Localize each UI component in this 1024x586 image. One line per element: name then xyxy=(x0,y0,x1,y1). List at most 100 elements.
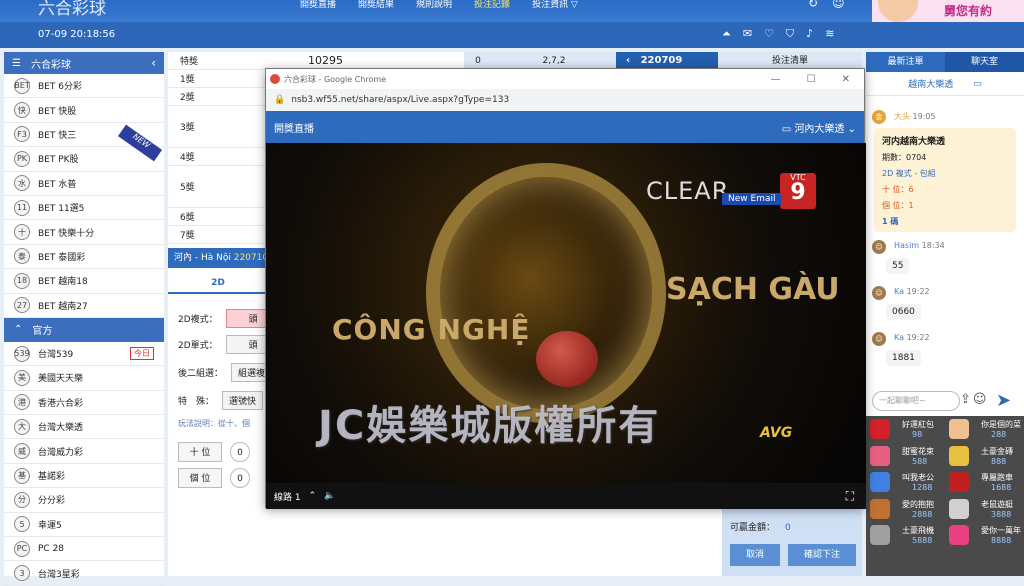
nav-bet-records[interactable]: 投注記錄 xyxy=(474,0,510,10)
minimize-icon[interactable]: — xyxy=(771,74,781,85)
tens-digit[interactable]: 0 xyxy=(230,442,250,462)
video-caption-right: SẠCH GÀU xyxy=(666,272,840,307)
card-period: 期數：0704 xyxy=(882,153,927,162)
nav-live[interactable]: 開獎直播 xyxy=(300,0,336,10)
sidebar-item-label: 基諾彩 xyxy=(38,472,66,483)
promo-banner[interactable]: 舅您有約 xyxy=(872,0,1024,22)
menu-icon[interactable]: ☰ xyxy=(12,58,21,69)
share-icon[interactable]: ⇪ xyxy=(960,392,971,407)
gift-item[interactable]: 叫我老公 1288 xyxy=(866,469,945,496)
tab-latest-bets[interactable]: 最新注單 xyxy=(866,52,945,72)
gift-item[interactable]: 愛的抱抱 2888 xyxy=(866,496,945,523)
sidebar-item[interactable]: 威台灣威力彩 xyxy=(4,439,164,464)
sidebar-item[interactable]: PC PC 28 xyxy=(4,537,164,562)
tab-2d[interactable]: 2D xyxy=(168,278,268,294)
avatar: ☺ xyxy=(872,332,886,346)
sidebar-item[interactable]: 5 幸運5 xyxy=(4,513,164,538)
nav-rules[interactable]: 規則說明 xyxy=(416,0,452,10)
wifi-icon[interactable]: ≋ xyxy=(825,27,834,41)
collapse-icon[interactable]: ‹ xyxy=(151,56,156,70)
sidebar-item[interactable]: 基基諾彩 xyxy=(4,464,164,489)
gift-icon xyxy=(870,472,890,493)
sidebar-item[interactable]: 港香港六合彩 xyxy=(4,391,164,416)
quick-pick-button[interactable]: 選號快 xyxy=(222,390,264,410)
gift-item[interactable]: 愛你一萬年 8888 xyxy=(945,522,1024,549)
gift-item[interactable]: 你是個的菜 288 xyxy=(945,416,1024,443)
sidebar-item-label: 台灣539 xyxy=(38,350,74,361)
sidebar-item[interactable]: 11 BET 11選5 xyxy=(4,196,164,221)
card-title: 河内越南大樂透 xyxy=(882,137,946,147)
lottery-select[interactable]: 越南大樂透 ▭ xyxy=(866,72,1024,96)
sidebar-item[interactable]: 美美國天天樂 xyxy=(4,366,164,391)
lottery-icon: PC xyxy=(14,540,30,557)
chat-input[interactable]: 一起聊聊吧~ xyxy=(872,391,960,411)
section-official[interactable]: ⌃ 官方 xyxy=(4,317,164,342)
gift-item[interactable]: 老鼠遊艇 3888 xyxy=(945,496,1024,523)
sidebar-item[interactable]: 快 BET 快股 xyxy=(4,98,164,123)
sidebar-item-label: 幸運5 xyxy=(38,520,62,531)
nav-results[interactable]: 開獎結果 xyxy=(358,0,394,10)
emoji-icon[interactable]: ☺ xyxy=(973,392,987,407)
cancel-button[interactable]: 取消 xyxy=(730,544,780,566)
refresh-icon[interactable]: ↻ xyxy=(808,0,818,10)
video-player[interactable]: CLEAR VTC 9 New Email CÔNG NGHỆ SẠCH GÀU … xyxy=(266,143,866,483)
volume-icon[interactable]: 🔈 xyxy=(324,491,335,501)
gift-item[interactable]: 專屬跑車 1688 xyxy=(945,469,1024,496)
hanoi-tab[interactable]: 河內 - Hà Nội 220710 xyxy=(168,248,278,268)
gift-item[interactable]: 好運紅包 98 xyxy=(866,416,945,443)
lottery-icon: 5 xyxy=(14,516,30,533)
email-notification[interactable]: New Email xyxy=(722,193,782,205)
gift-icon xyxy=(870,419,890,439)
mail-icon[interactable]: ✉ xyxy=(743,27,752,41)
lottery-icon: 快 xyxy=(14,102,30,119)
sidebar-item[interactable]: 18 BET 越南18 xyxy=(4,269,164,294)
bell-icon[interactable]: ⏶ xyxy=(722,27,731,41)
section-official-label: 官方 xyxy=(32,326,53,338)
gift-item[interactable]: 土豪飛機 5888 xyxy=(866,522,945,549)
chevron-up-icon[interactable]: ⌃ xyxy=(309,491,317,501)
confirm-bet-button[interactable]: 確認下注 xyxy=(788,544,856,566)
gift-item[interactable]: 甜蜜花束 588 xyxy=(866,443,945,470)
heart-icon[interactable]: ♡ xyxy=(764,27,774,41)
sidebar-item[interactable]: 泰 BET 泰國彩 xyxy=(4,245,164,270)
sidebar-item[interactable]: 大台灣大樂透 xyxy=(4,415,164,440)
window-title: 六合彩球 - Google Chrome xyxy=(284,74,387,84)
sidebar-item[interactable]: 27 BET 越南27 xyxy=(4,294,164,318)
sidebar-item[interactable]: 分分分彩 xyxy=(4,488,164,513)
sidebar-item[interactable]: BET BET 6分彩 xyxy=(4,74,164,99)
tab-chat-room[interactable]: 聊天室 xyxy=(945,52,1024,72)
form-row-special: 特 殊： 選號快 xyxy=(178,390,264,410)
gift-name: 愛你一萬年 xyxy=(981,526,1021,536)
send-icon[interactable]: ➤ xyxy=(996,390,1011,411)
maximize-icon[interactable]: ☐ xyxy=(807,74,816,85)
shared-bet-card[interactable]: 河内越南大樂透 期數：0704 2D 複式 - 包組 十 位：6 個 位：1 1… xyxy=(874,128,1016,232)
sidebar-item-label: BET 快股 xyxy=(38,106,77,117)
sidebar-item[interactable]: 3 台灣3星彩 xyxy=(4,561,164,586)
line-select[interactable]: 線路 1 xyxy=(274,490,301,503)
gift-price: 888 xyxy=(991,456,1007,466)
gift-price: 1288 xyxy=(912,483,933,493)
sidebar-item[interactable]: 539 台灣539 今日 xyxy=(4,342,164,367)
sidebar-item[interactable]: 水 BET 水普 xyxy=(4,172,164,196)
shield-icon[interactable]: ⛉ xyxy=(786,27,794,41)
prize-label: 特獎 xyxy=(180,57,199,67)
chat-bubble: 55 xyxy=(886,258,910,274)
emoji-icon[interactable]: ☺ xyxy=(832,0,845,10)
channel-select[interactable]: ▭ 河內大樂透 ⌄ xyxy=(782,120,856,135)
digit-row-units: 個 位 0 xyxy=(178,468,250,488)
units-digit[interactable]: 0 xyxy=(230,468,250,488)
fullscreen-icon[interactable]: ⛶ xyxy=(846,489,854,504)
gift-price: 2888 xyxy=(912,509,933,519)
sound-icon[interactable]: ♪ xyxy=(806,27,813,41)
close-icon[interactable]: ✕ xyxy=(842,74,850,85)
gift-icon xyxy=(949,419,969,439)
sidebar-item-label: 分分彩 xyxy=(38,496,66,507)
lottery-icon: 港 xyxy=(14,394,30,411)
site-logo[interactable]: 六合彩球 xyxy=(38,0,106,19)
address-bar[interactable]: 🔒 nsb3.wf55.net/share/aspx/Live.aspx?gTy… xyxy=(266,89,864,111)
gift-item[interactable]: 土豪金磚 888 xyxy=(945,443,1024,470)
label-2d-single: 2D單式： xyxy=(178,340,218,351)
sidebar-item[interactable]: 十 BET 快樂十分 xyxy=(4,220,164,245)
nav-bet-info[interactable]: 投注資訊 ▽ xyxy=(532,0,578,10)
tv-icon[interactable]: ▭ xyxy=(973,79,982,89)
